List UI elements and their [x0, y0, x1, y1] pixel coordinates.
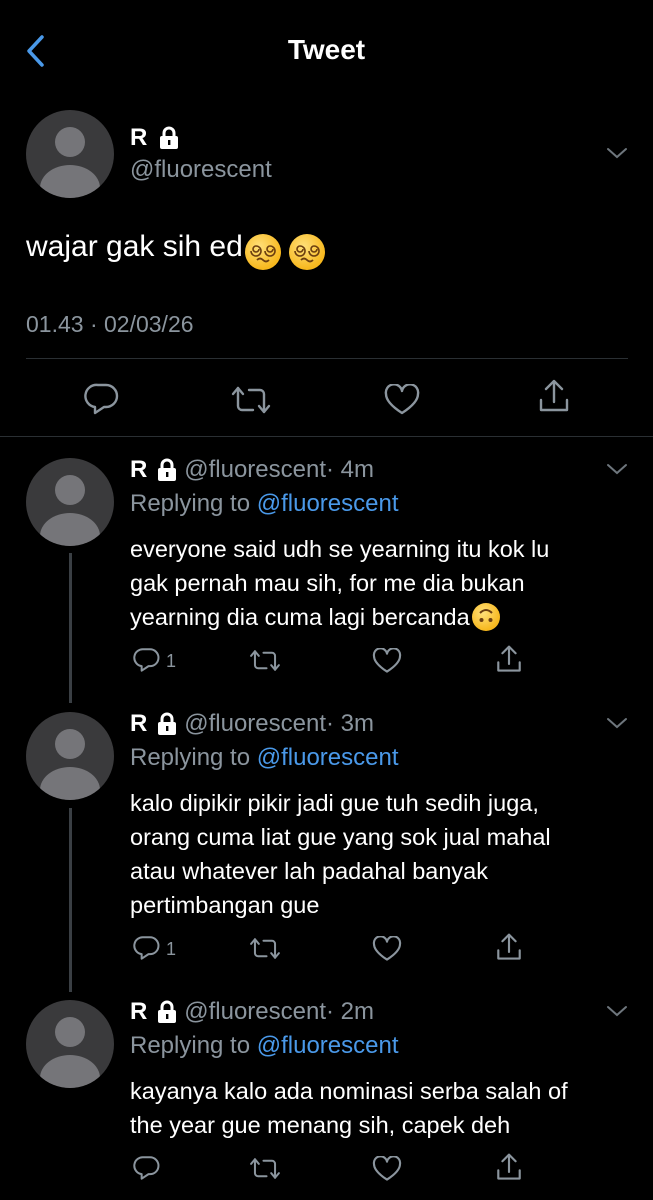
reply-text-line: gak pernah mau sih, for me dia bukan	[130, 570, 525, 596]
like-icon[interactable]	[372, 1156, 402, 1182]
reply-icon[interactable]	[84, 382, 120, 416]
chevron-down-icon[interactable]	[606, 146, 628, 160]
replying-to-handle[interactable]: @fluorescent	[257, 490, 399, 517]
retweet-icon[interactable]	[248, 936, 282, 961]
replying-to-label: Replying to	[130, 490, 251, 517]
tweet-timestamp: 01.43 · 02/03/26	[26, 311, 194, 337]
replying-to-handle[interactable]: @fluorescent	[257, 744, 399, 771]
page-title: Tweet	[287, 34, 366, 65]
reply-header: R @fluorescent· 2m	[130, 998, 374, 1026]
reply-text-line: kalo dipikir pikir jadi gue tuh sedih ju…	[130, 790, 539, 816]
reply-count: 1	[166, 939, 177, 959]
reply-text-line: pertimbangan gue	[130, 892, 320, 918]
like-icon[interactable]	[384, 384, 420, 416]
divider	[0, 436, 653, 437]
author-handle[interactable]: @fluorescent	[184, 456, 326, 483]
lock-icon	[157, 458, 176, 481]
share-icon[interactable]	[537, 378, 571, 414]
replying-to: Replying to @fluorescent	[130, 490, 399, 518]
author-handle[interactable]: @fluorescent	[130, 156, 272, 184]
reply-text-line: yearning dia cuma lagi bercanda	[130, 600, 549, 634]
share-icon[interactable]	[495, 932, 523, 962]
author-name[interactable]: R	[130, 710, 147, 737]
reply-text-line: atau whatever lah padahal banyak	[130, 858, 488, 884]
avatar[interactable]	[26, 712, 114, 800]
author-handle[interactable]: @fluorescent	[184, 998, 326, 1025]
reply-icon[interactable]	[133, 647, 161, 673]
author-name[interactable]: R	[130, 124, 147, 151]
reply-header: R @fluorescent· 4m	[130, 456, 374, 484]
reply-text: kayanya kalo ada nominasi serba salah of…	[130, 1074, 568, 1142]
like-icon[interactable]	[372, 648, 402, 674]
lock-icon	[157, 1000, 176, 1023]
share-icon[interactable]	[495, 644, 523, 674]
reply-text: everyone said udh se yearning itu kok lu…	[130, 532, 549, 634]
reply-text-line: orang cuma liat gue yang sok jual mahal	[130, 824, 551, 850]
reply-text-line-content: yearning dia cuma lagi bercanda	[130, 604, 470, 630]
reply-icon[interactable]	[133, 1155, 161, 1181]
author-line: R	[130, 124, 182, 152]
tweet-text: wajar gak sih ed	[26, 230, 243, 263]
replying-to-label: Replying to	[130, 744, 251, 771]
replying-to-label: Replying to	[130, 1032, 251, 1059]
replying-to: Replying to @fluorescent	[130, 744, 399, 772]
retweet-icon[interactable]	[229, 384, 273, 416]
avatar[interactable]	[26, 110, 114, 198]
retweet-icon[interactable]	[248, 648, 282, 673]
retweet-icon[interactable]	[248, 1156, 282, 1181]
reply-icon[interactable]	[133, 935, 161, 961]
reply-time: · 3m	[326, 710, 375, 737]
lock-icon	[157, 712, 176, 735]
reply-text-line: the year gue menang sih, capek deh	[130, 1112, 511, 1138]
reply-time: · 2m	[326, 998, 375, 1025]
reply-text: kalo dipikir pikir jadi gue tuh sedih ju…	[130, 786, 551, 922]
dizzy-face-emoji	[288, 233, 325, 270]
avatar[interactable]	[26, 1000, 114, 1088]
thread-line	[69, 553, 72, 703]
upside-down-face-emoji	[471, 602, 500, 631]
dizzy-face-emoji	[244, 233, 281, 270]
chevron-down-icon[interactable]	[606, 716, 628, 730]
reply-header: R @fluorescent· 3m	[130, 710, 374, 738]
author-name[interactable]: R	[130, 456, 147, 483]
chevron-down-icon[interactable]	[606, 1004, 628, 1018]
reply-count: 1	[166, 651, 177, 671]
reply-time: · 4m	[326, 456, 375, 483]
avatar[interactable]	[26, 458, 114, 546]
replying-to: Replying to @fluorescent	[130, 1032, 399, 1060]
chevron-down-icon[interactable]	[606, 462, 628, 476]
thread-line	[69, 808, 72, 992]
replying-to-handle[interactable]: @fluorescent	[257, 1032, 399, 1059]
tweet-body: wajar gak sih ed	[26, 230, 325, 270]
reply-text-line: kayanya kalo ada nominasi serba salah of	[130, 1078, 568, 1104]
author-name[interactable]: R	[130, 998, 147, 1025]
like-icon[interactable]	[372, 936, 402, 962]
lock-icon	[159, 126, 178, 149]
divider	[26, 358, 628, 359]
share-icon[interactable]	[495, 1152, 523, 1182]
reply-text-line: everyone said udh se yearning itu kok lu	[130, 536, 550, 562]
author-handle[interactable]: @fluorescent	[184, 710, 326, 737]
